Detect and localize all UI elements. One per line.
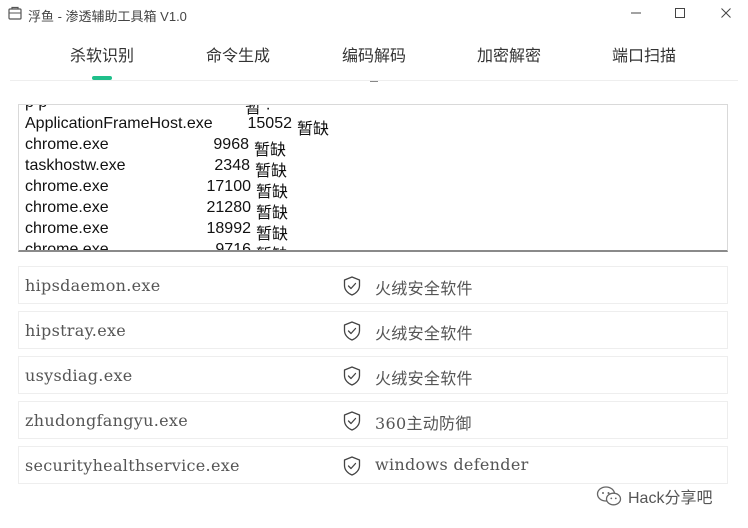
tab-encode-decode[interactable]: 编码解码 (342, 42, 406, 66)
process-name: chrome.exe (25, 199, 109, 216)
result-process: securityhealthservice.exe (25, 456, 240, 475)
shield-check-icon (343, 321, 361, 341)
list-item: chrome.exe 17100 暂缺 (25, 177, 715, 201)
window-title: 浮鱼 - 渗透辅助工具箱 V1.0 (28, 9, 187, 24)
result-process: hipsdaemon.exe (25, 276, 161, 295)
title-bar: 浮鱼 - 渗透辅助工具箱 V1.0 (0, 0, 748, 28)
maximize-button[interactable] (668, 2, 692, 24)
list-item: chrome.exe 18992 暂缺 (25, 219, 715, 243)
watermark-text: Hack分享吧 (628, 490, 713, 507)
process-pid: 18992 (206, 220, 252, 237)
process-pid: 15052 (247, 115, 293, 132)
result-product: windows defender (375, 455, 529, 474)
tab-av-detect[interactable]: 杀软识别 (70, 42, 134, 66)
shield-check-icon (343, 276, 361, 296)
minimize-button[interactable] (624, 2, 648, 24)
process-name: chrome.exe (25, 241, 109, 252)
close-button[interactable] (714, 2, 738, 24)
result-process: usysdiag.exe (25, 366, 133, 385)
process-pid: 9716 (215, 241, 251, 252)
process-name: ApplicationFrameHost.exe (25, 115, 213, 132)
shield-check-icon (343, 411, 361, 431)
process-pid: 21280 (206, 199, 252, 216)
result-product: 360主动防御 (375, 414, 472, 433)
list-item: ApplicationFrameHost.exe 15052 暂缺 (25, 114, 715, 138)
result-row: zhudongfangyu.exe 360主动防御 (18, 401, 728, 439)
list-item: chrome.exe 9968 暂缺 (25, 135, 715, 159)
process-name: chrome.exe (25, 178, 109, 195)
minimize-icon (631, 12, 641, 14)
list-item-partial: chrome.exe 9716 暂缺 (25, 240, 715, 252)
result-row: hipsdaemon.exe 火绒安全软件 (18, 266, 728, 304)
close-icon (721, 8, 731, 18)
watermark: Hack分享吧 (596, 484, 712, 508)
process-name: taskhostw.exe (25, 157, 126, 174)
result-process: zhudongfangyu.exe (25, 411, 188, 430)
wechat-icon (596, 486, 622, 506)
result-product: 火绒安全软件 (375, 324, 473, 343)
shield-check-icon (343, 456, 361, 476)
tab-bar: 杀软识别 命令生成 编码解码 加密解密 端口扫描 (0, 36, 748, 80)
tab-port-scan[interactable]: 端口扫描 (612, 42, 676, 66)
process-name: chrome.exe (25, 220, 109, 237)
scroll-indicator (370, 81, 378, 82)
list-item: taskhostw.exe 2348 暂缺 (25, 156, 715, 180)
app-icon (8, 6, 22, 20)
process-name: chrome.exe (25, 136, 109, 153)
process-pid: 2348 (214, 157, 250, 174)
process-pid: 9968 (213, 136, 249, 153)
process-name: p p (25, 105, 47, 112)
result-product: 火绒安全软件 (375, 279, 473, 298)
result-row: securityhealthservice.exe windows defend… (18, 446, 728, 484)
result-product: 火绒安全软件 (375, 369, 473, 388)
process-list: p p 暂 · ApplicationFrameHost.exe 15052 暂… (25, 105, 715, 252)
list-item-partial: p p 暂 · (25, 105, 715, 117)
list-item: chrome.exe 21280 暂缺 (25, 198, 715, 222)
process-list-textarea[interactable]: p p 暂 · ApplicationFrameHost.exe 15052 暂… (18, 104, 728, 252)
tab-command-gen[interactable]: 命令生成 (206, 42, 270, 66)
result-row: hipstray.exe 火绒安全软件 (18, 311, 728, 349)
process-status: 暂缺 (256, 241, 288, 250)
maximize-icon (675, 8, 685, 18)
tab-encrypt-decrypt[interactable]: 加密解密 (477, 42, 541, 66)
result-row: usysdiag.exe 火绒安全软件 (18, 356, 728, 394)
process-pid: 17100 (206, 178, 252, 195)
result-process: hipstray.exe (25, 321, 127, 340)
shield-check-icon (343, 366, 361, 386)
